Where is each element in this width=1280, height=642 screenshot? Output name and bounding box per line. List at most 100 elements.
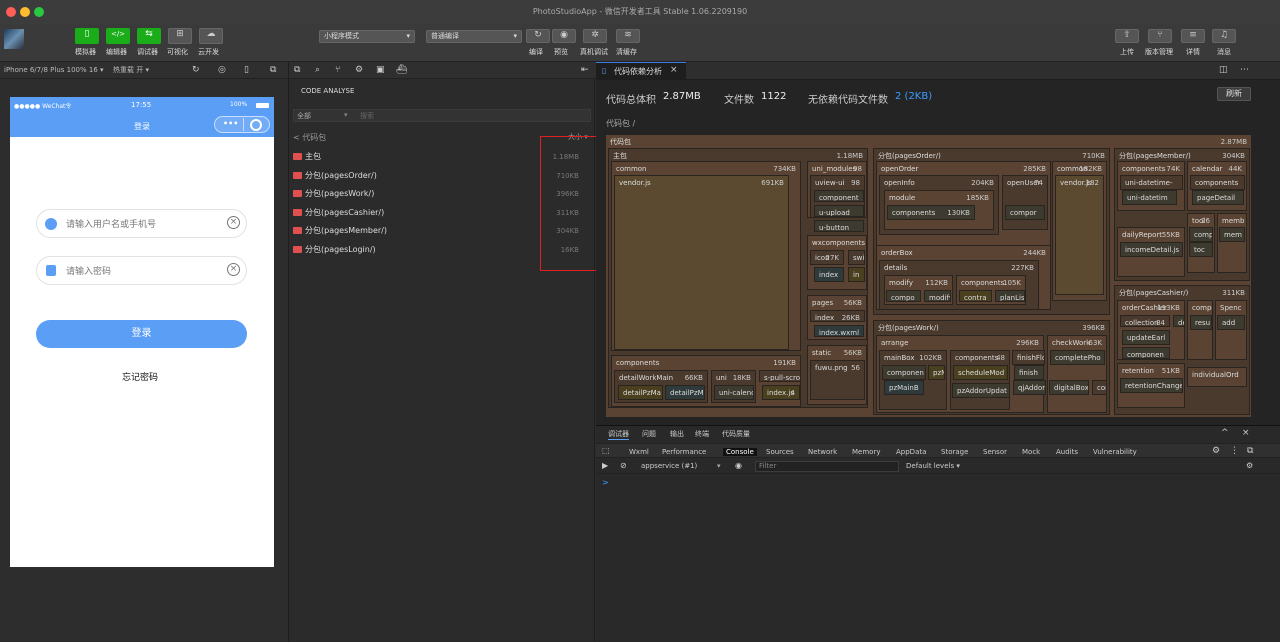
treemap-node[interactable]: updateEarl bbox=[1122, 330, 1170, 345]
treemap-node[interactable]: index.js 4 bbox=[762, 385, 800, 400]
treemap-node[interactable]: compo bbox=[886, 290, 921, 302]
treemap-node[interactable]: componen bbox=[1122, 347, 1170, 359]
devtools-panel-tab[interactable]: Storage bbox=[941, 448, 968, 456]
preview-button[interactable]: ◉ bbox=[552, 29, 576, 43]
no-dep-link[interactable]: 2 (2KB) bbox=[895, 91, 932, 102]
eye-icon[interactable]: ◉ bbox=[735, 461, 742, 470]
treemap-node[interactable]: swi bbox=[848, 250, 865, 265]
close-mini-icon[interactable] bbox=[250, 119, 262, 131]
treemap-node[interactable]: comp bbox=[1189, 227, 1213, 242]
treemap-node[interactable]: s-pull-scro bbox=[759, 370, 801, 382]
dock-icon[interactable]: ⧉ bbox=[1247, 446, 1253, 456]
mode-select[interactable]: 小程序模式 ▾ bbox=[319, 30, 415, 43]
refresh-button[interactable]: 刷新 bbox=[1217, 87, 1251, 101]
treemap-node[interactable]: component bbox=[814, 190, 864, 202]
devtools-panel-tab[interactable]: AppData bbox=[896, 448, 926, 456]
treemap-node[interactable]: vendor.js 182 bbox=[1055, 175, 1104, 295]
docker-icon[interactable]: ⛴ bbox=[396, 65, 407, 75]
debugger-toggle-button[interactable]: ⇆ bbox=[137, 28, 161, 44]
remote-debug-button[interactable]: ✲ bbox=[583, 29, 607, 43]
messages-button[interactable]: ♫ bbox=[1212, 29, 1236, 43]
treemap-node[interactable]: u-upload bbox=[814, 205, 864, 217]
treemap-node[interactable]: completePho bbox=[1050, 350, 1105, 365]
treemap-node[interactable]: in bbox=[848, 267, 865, 282]
context-select[interactable]: appservice (#1) bbox=[641, 462, 697, 470]
treemap-node[interactable]: components bbox=[1190, 175, 1245, 190]
breadcrumb[interactable]: < 代码包 bbox=[293, 132, 326, 143]
devtools-panel-tab[interactable]: Memory bbox=[852, 448, 880, 456]
treemap-node[interactable]: u-button bbox=[814, 220, 864, 232]
password-field[interactable]: 请输入密码 × bbox=[36, 256, 247, 285]
treemap-node[interactable]: contra bbox=[959, 290, 992, 302]
treemap-node[interactable]: pzAddorUpdat bbox=[952, 383, 1010, 398]
zoom-window-button[interactable] bbox=[34, 7, 44, 17]
treemap-node[interactable]: mem bbox=[1219, 227, 1245, 242]
treemap-node[interactable]: detailPzMa bbox=[618, 385, 663, 400]
treemap-node[interactable]: retentionChange bbox=[1120, 378, 1183, 393]
treemap-node[interactable]: resu bbox=[1190, 315, 1212, 330]
treemap-node[interactable]: pzMainB bbox=[884, 380, 924, 395]
treemap-node[interactable]: vendor.js 691KB bbox=[614, 175, 789, 350]
treemap-node[interactable]: components 48 bbox=[950, 350, 1010, 410]
settings-icon[interactable]: ⚙ bbox=[1212, 446, 1220, 456]
search-icon[interactable]: ⌕ bbox=[315, 65, 320, 75]
more-icon[interactable]: ⋯ bbox=[1240, 65, 1249, 75]
treemap-node[interactable]: planLis bbox=[995, 290, 1025, 302]
treemap-node[interactable]: index bbox=[814, 267, 844, 282]
devtools-panel-tab[interactable]: Network bbox=[808, 448, 837, 456]
treemap-node[interactable]: memb bbox=[1217, 213, 1247, 273]
treemap-node[interactable]: collection 84 bbox=[1120, 315, 1170, 327]
devtools-panel-tab[interactable]: Performance bbox=[662, 448, 706, 456]
clear-icon[interactable]: × bbox=[227, 263, 240, 276]
treemap-breadcrumb[interactable]: 代码包 / bbox=[606, 118, 635, 129]
more-icon[interactable]: ••• bbox=[223, 119, 238, 128]
settings-icon[interactable]: ⚙ bbox=[1246, 461, 1253, 470]
treemap-node[interactable]: index 26KB bbox=[810, 310, 865, 322]
devtools-panel-tab[interactable]: Console bbox=[723, 448, 757, 456]
treemap-node[interactable]: qjAddor bbox=[1013, 380, 1046, 395]
treemap-node[interactable]: compor bbox=[1005, 205, 1045, 220]
phone-icon[interactable]: ▯ bbox=[244, 62, 249, 79]
treemap-node[interactable]: checkWork 63K bbox=[1047, 335, 1107, 413]
login-button[interactable]: 登录 bbox=[36, 320, 247, 348]
treemap-node[interactable]: openUser 74 bbox=[1002, 175, 1048, 230]
tab-dependency[interactable]: ▯ 代码依赖分析 × bbox=[596, 62, 686, 80]
avatar[interactable] bbox=[4, 29, 24, 49]
treemap-node[interactable]: pageDetail bbox=[1192, 190, 1244, 205]
extensions-icon[interactable]: ▣ bbox=[376, 65, 385, 75]
compile-select[interactable]: 普通编译 ▾ bbox=[426, 30, 522, 43]
treemap-node[interactable]: incomeDetail.js bbox=[1120, 242, 1183, 257]
filter-select[interactable]: 全部 bbox=[297, 111, 311, 121]
devtools-panel-tab[interactable]: Vulnerability bbox=[1093, 448, 1137, 456]
clear-cache-button[interactable]: ≋ bbox=[616, 29, 640, 43]
files-icon[interactable]: ⧉ bbox=[294, 65, 300, 75]
treemap-node[interactable]: components 130KB bbox=[887, 205, 975, 220]
treemap-node[interactable]: uni-datetim bbox=[1122, 190, 1177, 205]
simulator-toggle-button[interactable]: ▯ bbox=[75, 28, 99, 44]
visual-button[interactable]: ⊞ bbox=[168, 28, 192, 44]
hot-reload-select[interactable]: 热重载 开 ▾ bbox=[113, 62, 149, 79]
treemap-node[interactable]: Spenc bbox=[1215, 300, 1247, 360]
rotate-icon[interactable]: ↻ bbox=[192, 62, 200, 79]
treemap-node[interactable]: uni-datetime- bbox=[1120, 175, 1183, 190]
treemap-node[interactable]: toc bbox=[1189, 242, 1213, 257]
treemap-node[interactable]: individualOrd bbox=[1187, 367, 1247, 387]
filter-input[interactable]: Filter bbox=[755, 461, 899, 472]
compile-button[interactable]: ↻ bbox=[526, 29, 550, 43]
clear-console-icon[interactable]: ⊘ bbox=[620, 461, 627, 470]
minimize-window-button[interactable] bbox=[20, 7, 30, 17]
close-icon[interactable]: × bbox=[670, 65, 678, 75]
record-icon[interactable]: ◎ bbox=[218, 62, 226, 79]
devtools-panel-tab[interactable]: Mock bbox=[1022, 448, 1040, 456]
treemap-node[interactable]: de bbox=[1173, 315, 1185, 327]
log-levels-select[interactable]: Default levels ▾ bbox=[906, 462, 960, 470]
devtools-panel-tab[interactable]: Sensor bbox=[983, 448, 1007, 456]
sidebar-icon[interactable]: ▶ bbox=[602, 461, 608, 470]
console-prompt[interactable]: > bbox=[602, 478, 609, 487]
editor-toggle-button[interactable]: </> bbox=[106, 28, 130, 44]
version-button[interactable]: ⑂ bbox=[1148, 29, 1172, 43]
treemap-node[interactable]: icon 27K bbox=[810, 250, 844, 265]
treemap-node[interactable]: finishFlo bbox=[1012, 350, 1045, 365]
upload-button[interactable]: ⇧ bbox=[1115, 29, 1139, 43]
details-button[interactable]: ≡ bbox=[1181, 29, 1205, 43]
